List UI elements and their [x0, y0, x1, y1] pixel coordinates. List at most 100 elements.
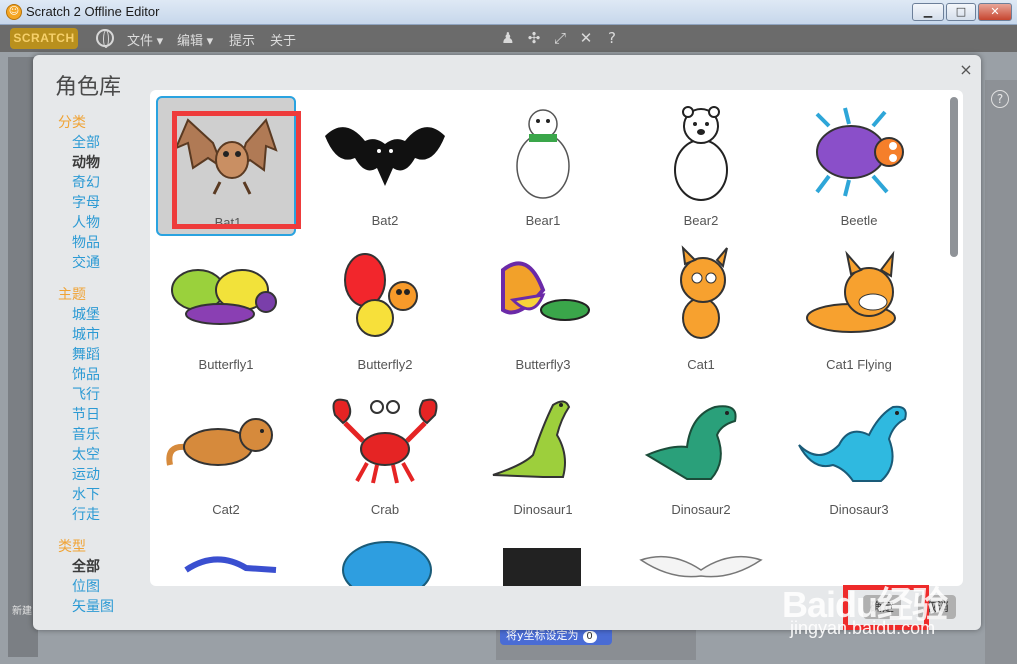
theme-castle[interactable]: 城堡 [58, 305, 153, 325]
theme-holiday[interactable]: 节日 [58, 405, 153, 425]
sprite-name: Beetle [840, 213, 878, 228]
category-things[interactable]: 物品 [58, 233, 153, 253]
shrink-icon[interactable]: ✕ [577, 29, 595, 47]
window-title: Scratch 2 Offline Editor [26, 4, 160, 19]
category-heading: 分类 [58, 115, 86, 131]
sprite-tile-cat1[interactable]: Cat1 [631, 240, 771, 380]
sprite-tile-partial[interactable] [156, 530, 296, 586]
set-y-block-value[interactable]: 0 [582, 631, 597, 643]
cat2-image [166, 418, 273, 466]
menu-file[interactable]: 文件 ▾ [127, 30, 163, 49]
minimize-button[interactable]: ▁ [912, 3, 944, 21]
cat1-flying-image [806, 250, 896, 333]
cat1-image [680, 245, 728, 339]
menu-about[interactable]: 关于 [270, 30, 296, 49]
bear1-image [516, 109, 570, 199]
category-fantasy[interactable]: 奇幻 [58, 173, 153, 193]
baidu-watermark-url: jingyan.baidu.com [790, 618, 936, 638]
sprite-name: Bear1 [525, 213, 561, 228]
sprite-tile-partial[interactable] [473, 530, 613, 586]
sprite-name: Butterfly2 [357, 357, 413, 372]
butterfly1-image [171, 269, 277, 325]
scratch-logo[interactable]: SCRATCH [10, 28, 78, 49]
sprite-name: Butterfly3 [515, 357, 571, 372]
category-people[interactable]: 人物 [58, 213, 153, 233]
type-heading: 类型 [58, 539, 86, 555]
bat2-image [325, 127, 445, 186]
close-window-button[interactable]: ✕ [978, 3, 1012, 21]
globe-icon[interactable] [96, 29, 114, 48]
menu-bar: SCRATCH 文件 ▾ 编辑 ▾ 提示 关于 ♟ ✣ ⤢ ✕ ? [0, 25, 1017, 52]
sprite-tile-bat2[interactable]: Bat2 [315, 96, 455, 236]
crab-image [332, 398, 438, 484]
theme-space[interactable]: 太空 [58, 445, 153, 465]
dialog-close-icon[interactable]: × [958, 60, 974, 79]
help-circle-icon[interactable]: ? [991, 90, 1009, 108]
sprite-tile-bat1[interactable]: Bat1 [156, 96, 296, 236]
menu-tips[interactable]: 提示 [229, 30, 255, 49]
type-bitmap[interactable]: 位图 [58, 577, 153, 597]
theme-dress-up[interactable]: 饰品 [58, 365, 153, 385]
sprite-tile-butterfly2[interactable]: Butterfly2 [315, 240, 455, 380]
sprite-name: Cat2 [212, 502, 240, 517]
sprite-tile-cat2[interactable]: Cat2 [156, 385, 296, 525]
cut-icon[interactable]: ✣ [525, 29, 543, 47]
theme-sports[interactable]: 运动 [58, 465, 153, 485]
dog-image [184, 556, 277, 573]
grid-scrollbar[interactable] [950, 95, 958, 575]
beetle-image [815, 107, 904, 197]
butterfly3-image [501, 261, 590, 321]
dialog-title: 角色库 [55, 75, 122, 100]
sprite-name: Bat1 [214, 215, 242, 230]
window-titlebar: ☺ Scratch 2 Offline Editor ▁ □ ✕ [0, 0, 1017, 25]
sprite-name: Cat1 Flying [826, 357, 892, 372]
sprite-name: Dinosaur2 [671, 502, 731, 517]
stamp-icon[interactable]: ♟ [499, 29, 517, 47]
dinosaur3-image [798, 405, 907, 482]
sprite-name: Butterfly1 [198, 357, 254, 372]
theme-city[interactable]: 城市 [58, 325, 153, 345]
library-sidebar: 分类 全部 动物 奇幻 字母 人物 物品 交通 主题 城堡 城市 舞蹈 饰品 飞… [58, 113, 153, 617]
background-right-panel [985, 80, 1017, 664]
theme-underwater[interactable]: 水下 [58, 485, 153, 505]
sprite-tile-dinosaur3[interactable]: Dinosaur3 [789, 385, 929, 525]
maximize-button[interactable]: □ [946, 3, 976, 21]
category-animals[interactable]: 动物 [58, 153, 153, 173]
sprite-tile-butterfly1[interactable]: Butterfly1 [156, 240, 296, 380]
help-icon[interactable]: ? [603, 29, 621, 47]
sprite-name: Dinosaur1 [513, 502, 573, 517]
grow-icon[interactable]: ⤢ [551, 29, 569, 47]
type-vector[interactable]: 矢量图 [58, 597, 153, 617]
sprite-grid: Bat1 Bat2 Bear1 Bear2 Beetle Butterfly1 … [150, 90, 963, 586]
sprite-name: Cat1 [687, 357, 715, 372]
category-all[interactable]: 全部 [58, 133, 153, 153]
sprite-name: Dinosaur3 [829, 502, 889, 517]
theme-flying[interactable]: 飞行 [58, 385, 153, 405]
dinosaur2-image [644, 405, 737, 480]
new-sprite-label: 新建 [12, 606, 32, 617]
theme-walking[interactable]: 行走 [58, 505, 153, 525]
sprite-tile-bear1[interactable]: Bear1 [473, 96, 613, 236]
sprite-tile-partial[interactable] [631, 530, 771, 586]
sprite-library-dialog: 角色库 × 分类 全部 动物 奇幻 字母 人物 物品 交通 主题 城堡 城市 舞… [33, 55, 981, 630]
bear2-image [674, 106, 728, 201]
sprite-tile-dinosaur2[interactable]: Dinosaur2 [631, 385, 771, 525]
sprite-tile-partial[interactable] [315, 530, 455, 586]
scratch-cat-icon: ☺ [6, 4, 22, 20]
dog-photo-image [503, 548, 581, 586]
menu-edit[interactable]: 编辑 ▾ [177, 30, 213, 49]
sprite-tile-butterfly3[interactable]: Butterfly3 [473, 240, 613, 380]
sprite-tile-bear2[interactable]: Bear2 [631, 96, 771, 236]
sprite-tile-dinosaur1[interactable]: Dinosaur1 [473, 385, 613, 525]
theme-heading: 主题 [58, 287, 86, 303]
sprite-tile-beetle[interactable]: Beetle [789, 96, 929, 236]
sprite-tile-crab[interactable]: Crab [315, 385, 455, 525]
type-all[interactable]: 全部 [58, 557, 153, 577]
sprite-tile-cat1-flying[interactable]: Cat1 Flying [789, 240, 929, 380]
theme-dance[interactable]: 舞蹈 [58, 345, 153, 365]
category-letters[interactable]: 字母 [58, 193, 153, 213]
theme-music[interactable]: 音乐 [58, 425, 153, 445]
category-transport[interactable]: 交通 [58, 253, 153, 273]
dog-image [342, 541, 432, 586]
scrollbar-thumb[interactable] [950, 97, 958, 257]
